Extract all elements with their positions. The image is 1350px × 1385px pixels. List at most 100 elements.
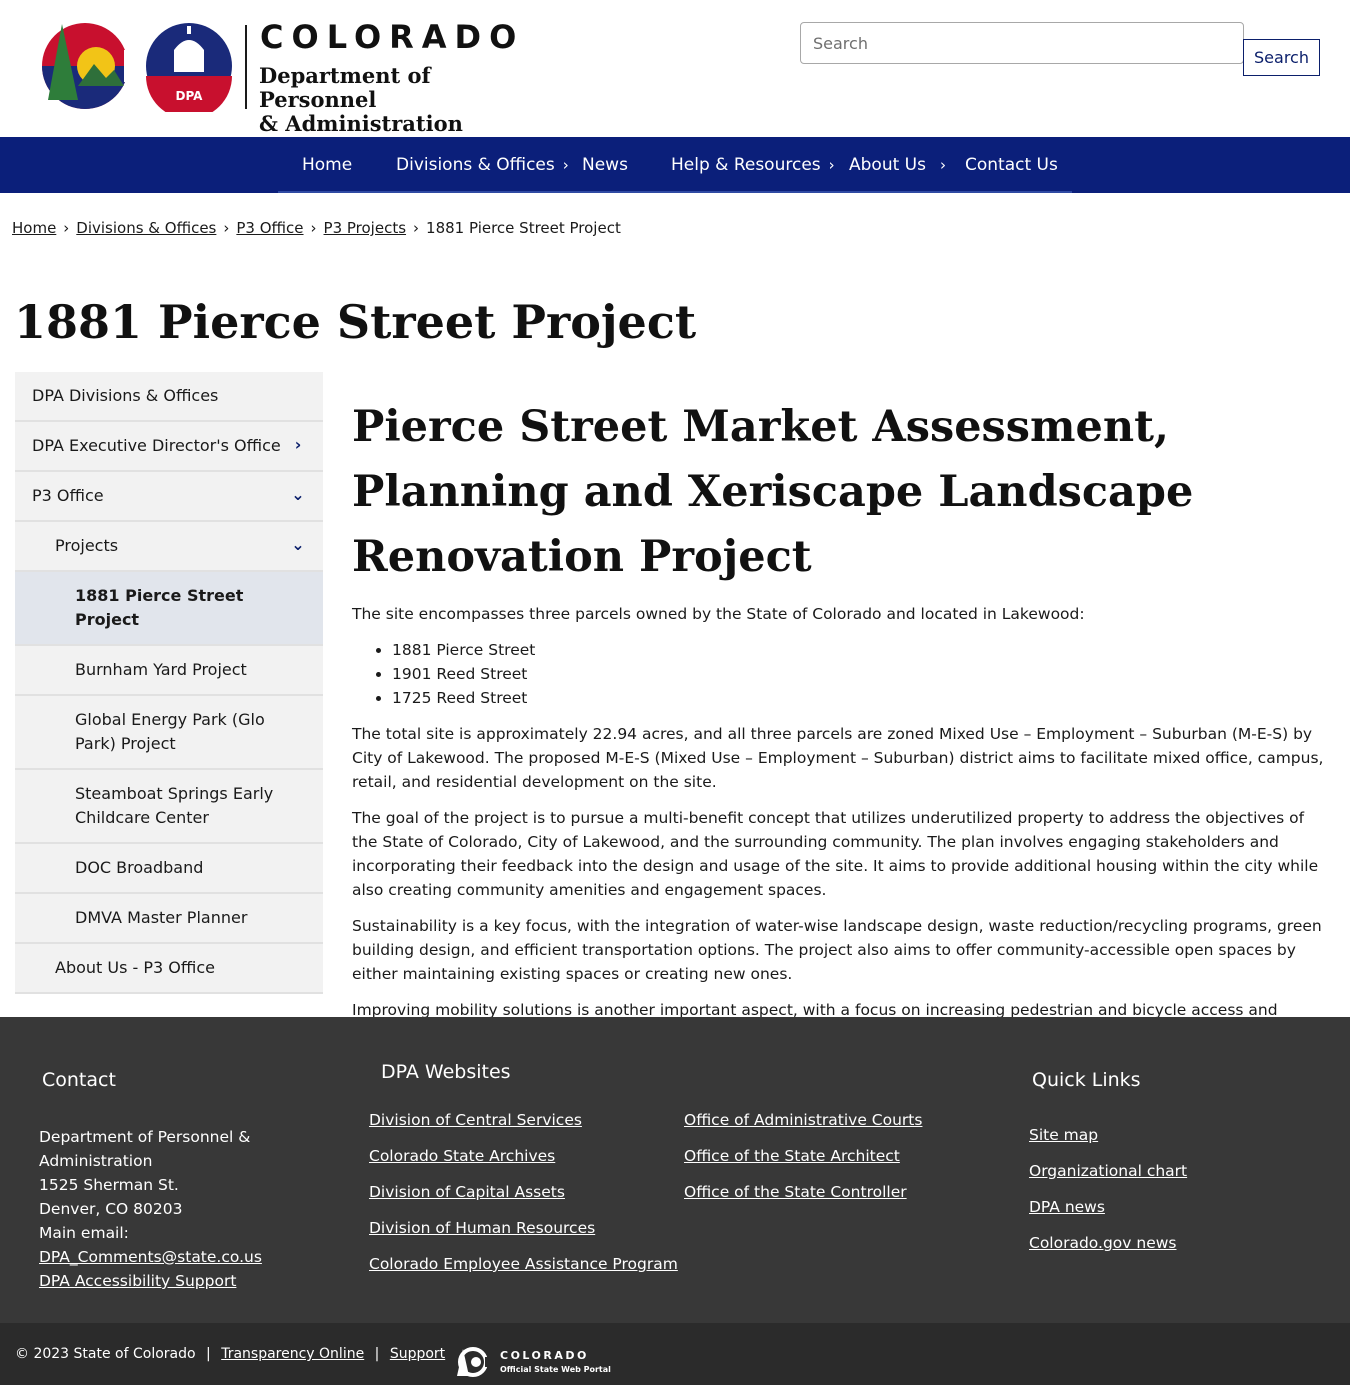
footer-link-org-chart[interactable]: Organizational chart — [1029, 1162, 1187, 1180]
sub-footer: © 2023 State of Colorado | Transparency … — [0, 1323, 1350, 1385]
list-item: 1725 Reed Street — [392, 686, 1327, 710]
portal-subtitle: Official State Web Portal — [500, 1365, 611, 1374]
search-button[interactable]: Search — [1243, 39, 1320, 76]
dpa-logo[interactable]: DPA COLORADO Department of Personnel & A… — [28, 18, 548, 136]
breadcrumb-separator: › — [413, 219, 420, 237]
logo-dept-line2: & Administration — [259, 111, 463, 136]
breadcrumb-link-home[interactable]: Home — [12, 219, 56, 237]
portal-wordmark: COLORADO — [500, 1349, 589, 1362]
site-footer: Contact Department of Personnel & Admini… — [0, 1017, 1350, 1323]
accessibility-support-link[interactable]: DPA Accessibility Support — [39, 1272, 236, 1290]
subfooter-text: © 2023 State of Colorado | Transparency … — [15, 1346, 445, 1362]
paragraph-project-goal: The goal of the project is to pursue a m… — [352, 809, 1319, 899]
parcel-list: 1881 Pierce Street 1901 Reed Street 1725… — [392, 638, 1327, 710]
nav-item-about[interactable]: About Us › — [849, 137, 946, 193]
footer-websites-title: DPA Websites — [381, 1061, 511, 1083]
nav-item-help[interactable]: Help & Resources › — [671, 137, 835, 193]
nav-label: Home — [302, 155, 353, 175]
chevron-down-icon[interactable]: ⌄ — [289, 536, 307, 554]
intro-paragraph: The site encompasses three parcels owned… — [352, 605, 1085, 623]
main-nav-inner: Home Divisions & Offices › News Help & Re… — [278, 137, 1072, 193]
footer-link-colorado-gov-news[interactable]: Colorado.gov news — [1029, 1234, 1176, 1252]
page-title: 1881 Pierce Street Project — [14, 295, 697, 349]
sidebar-item-label: 1881 Pierce Street Project — [75, 586, 244, 629]
footer-link-administrative-courts[interactable]: Office of Administrative Courts — [684, 1111, 922, 1129]
sidebar-nav: DPA Divisions & Offices DPA Executive Di… — [15, 372, 323, 994]
footer-link-central-services[interactable]: Division of Central Services — [369, 1111, 582, 1129]
logo-department-name: Department of Personnel & Administration — [259, 64, 548, 136]
nav-label: Divisions & Offices — [396, 155, 555, 175]
sidebar-item-label: Burnham Yard Project — [75, 660, 247, 679]
paragraph-site-zoning: The total site is approximately 22.94 ac… — [352, 725, 1324, 791]
sidebar-item-label: Projects — [55, 536, 119, 555]
sidebar-item-steamboat-springs[interactable]: Steamboat Springs Early Childcare Center — [15, 770, 323, 844]
footer-contact-block: Department of Personnel & Administration… — [39, 1125, 262, 1293]
nav-item-divisions[interactable]: Divisions & Offices › — [396, 137, 569, 193]
footer-link-site-map[interactable]: Site map — [1029, 1126, 1098, 1144]
contact-line: Denver, CO 80203 — [39, 1200, 183, 1218]
sidebar-item-dmva-master-planner[interactable]: DMVA Master Planner — [15, 894, 323, 944]
breadcrumb-separator: › — [310, 219, 317, 237]
list-item: 1901 Reed Street — [392, 662, 1327, 686]
breadcrumb-link-p3-projects[interactable]: P3 Projects — [324, 219, 407, 237]
breadcrumb-link-divisions[interactable]: Divisions & Offices — [76, 219, 216, 237]
copyright-text: © 2023 State of Colorado — [15, 1346, 196, 1362]
sidebar-item-label: P3 Office — [32, 486, 104, 505]
contact-line: Main email: — [39, 1224, 129, 1242]
site-header: DPA COLORADO Department of Personnel & A… — [0, 0, 1350, 137]
colorado-c-logo-icon: DPA — [42, 23, 232, 112]
sidebar-item-1881-pierce-street[interactable]: 1881 Pierce Street Project — [15, 572, 323, 646]
footer-link-human-resources[interactable]: Division of Human Resources — [369, 1219, 595, 1237]
sidebar-item-projects[interactable]: Projects ⌄ — [15, 522, 323, 572]
sidebar-item-doc-broadband[interactable]: DOC Broadband — [15, 844, 323, 894]
footer-link-employee-assistance[interactable]: Colorado Employee Assistance Program — [369, 1255, 678, 1273]
sidebar-item-about-p3-office[interactable]: About Us - P3 Office — [15, 944, 323, 994]
nav-item-news[interactable]: News — [582, 137, 628, 193]
nav-label: Contact Us — [965, 155, 1058, 175]
contact-line: 1525 Sherman St. — [39, 1176, 179, 1194]
chevron-down-icon[interactable]: ⌄ — [289, 486, 307, 504]
logo-divider — [245, 25, 247, 109]
subfooter-separator: | — [206, 1346, 211, 1362]
nav-item-contact[interactable]: Contact Us — [965, 137, 1058, 193]
transparency-online-link[interactable]: Transparency Online — [221, 1346, 364, 1362]
breadcrumb-current: 1881 Pierce Street Project — [426, 219, 621, 237]
search-input[interactable] — [800, 22, 1244, 64]
sidebar-item-glo-park[interactable]: Global Energy Park (Glo Park) Project — [15, 696, 323, 770]
footer-quick-links-title: Quick Links — [1032, 1069, 1141, 1091]
footer-link-state-archives[interactable]: Colorado State Archives — [369, 1147, 555, 1165]
footer-contact-title: Contact — [42, 1069, 116, 1091]
colorado-portal-logo-icon[interactable] — [455, 1347, 495, 1377]
breadcrumb: Home › Divisions & Offices › P3 Office › P3 Pr… — [12, 219, 621, 237]
sidebar-item-label: About Us - P3 Office — [55, 958, 215, 977]
chevron-right-icon[interactable]: › — [940, 137, 946, 193]
logo-dept-line1: Department of Personnel — [259, 63, 431, 112]
breadcrumb-link-p3-office[interactable]: P3 Office — [236, 219, 303, 237]
contact-email-link[interactable]: DPA_Comments@state.co.us — [39, 1248, 262, 1266]
chevron-right-icon[interactable]: › — [563, 137, 569, 193]
sidebar-item-label: DOC Broadband — [75, 858, 204, 877]
footer-link-state-architect[interactable]: Office of the State Architect — [684, 1147, 900, 1165]
sidebar-item-p3-office[interactable]: P3 Office ⌄ — [15, 472, 323, 522]
sidebar-item-label: Steamboat Springs Early Childcare Center — [75, 784, 274, 827]
sidebar-item-burnham-yard[interactable]: Burnham Yard Project — [15, 646, 323, 696]
breadcrumb-separator: › — [63, 219, 70, 237]
sidebar-item-label: Global Energy Park (Glo Park) Project — [75, 710, 265, 753]
chevron-right-icon[interactable]: › — [829, 137, 835, 193]
sidebar-item-label: DPA Executive Director's Office — [32, 436, 281, 455]
support-link[interactable]: Support — [390, 1346, 445, 1362]
footer-link-capital-assets[interactable]: Division of Capital Assets — [369, 1183, 565, 1201]
main-nav: Home Divisions & Offices › News Help & Re… — [0, 137, 1350, 193]
sidebar-item-label: DMVA Master Planner — [75, 908, 248, 927]
contact-line: Administration — [39, 1152, 153, 1170]
logo-wordmark: COLORADO — [260, 18, 525, 56]
chevron-right-icon[interactable]: › — [289, 436, 307, 454]
sidebar-item-executive-directors-office[interactable]: DPA Executive Director's Office › — [15, 422, 323, 472]
footer-link-state-controller[interactable]: Office of the State Controller — [684, 1183, 907, 1201]
footer-link-dpa-news[interactable]: DPA news — [1029, 1198, 1105, 1216]
sidebar-item-dpa-divisions[interactable]: DPA Divisions & Offices — [15, 372, 323, 422]
sidebar-item-label: DPA Divisions & Offices — [32, 386, 219, 405]
nav-item-home[interactable]: Home — [302, 137, 352, 193]
nav-label: News — [582, 155, 628, 175]
breadcrumb-separator: › — [223, 219, 230, 237]
